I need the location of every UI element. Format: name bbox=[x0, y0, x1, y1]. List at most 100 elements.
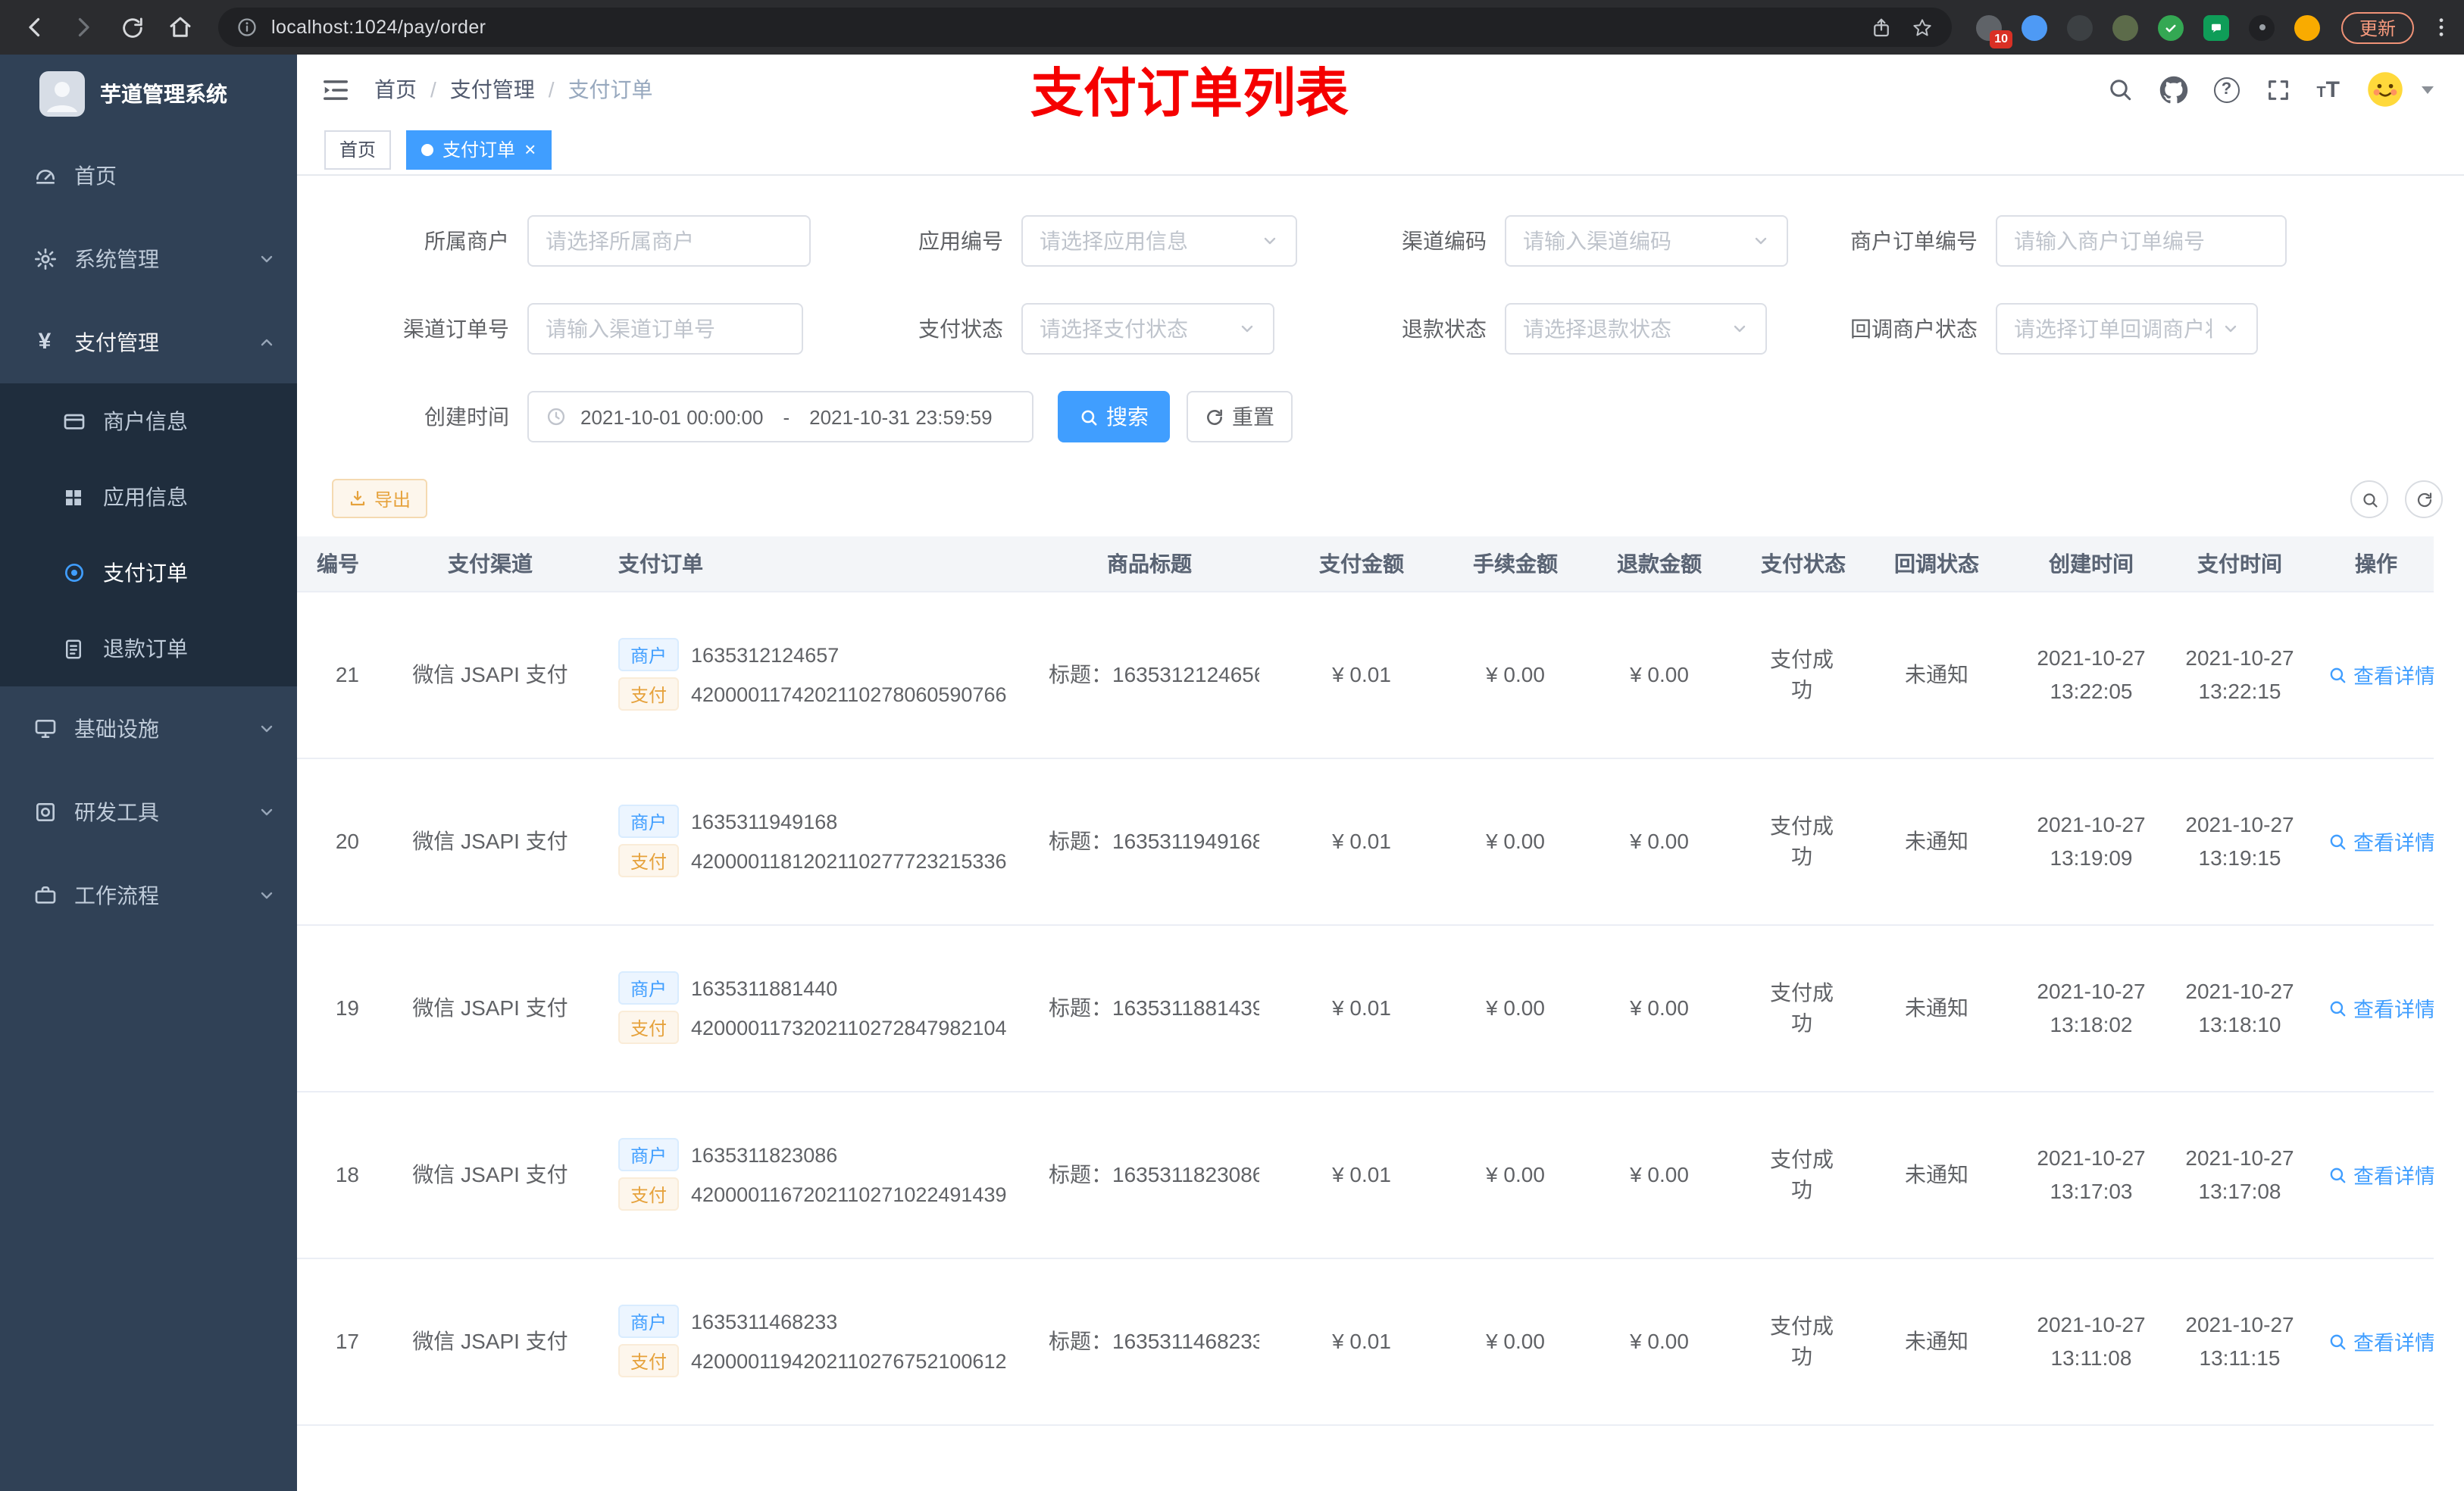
merchant-order-no-input[interactable] bbox=[2014, 229, 2269, 253]
view-detail-link[interactable]: 查看详情 bbox=[2328, 659, 2434, 689]
pay-order-cell: 商户16353115786 bbox=[600, 1424, 1040, 1491]
bookmark-star-icon[interactable] bbox=[1911, 16, 1934, 39]
create-time bbox=[2022, 1424, 2161, 1491]
col-order: 支付订单 bbox=[600, 536, 1040, 592]
sidebar-item-system[interactable]: 系统管理 bbox=[0, 217, 297, 300]
fullscreen-icon[interactable] bbox=[2265, 77, 2290, 102]
url-text[interactable]: localhost:1024/pay/order bbox=[271, 17, 1870, 38]
product-title: 标题：1635311881439 bbox=[1040, 924, 1259, 1092]
back-icon[interactable] bbox=[15, 8, 55, 47]
pay-time bbox=[2161, 1424, 2319, 1491]
sidebar-item-home[interactable]: 首页 bbox=[0, 133, 297, 217]
orders-table: 编号 支付渠道 支付订单 商品标题 支付金额 手续金额 退款金额 支付状态 回调… bbox=[297, 536, 2464, 1491]
view-detail-link[interactable]: 查看详情 bbox=[2328, 1326, 2434, 1356]
extension-icon-2[interactable] bbox=[2022, 14, 2047, 40]
chevron-down-icon bbox=[1238, 320, 1256, 338]
sidebar-item-app-info[interactable]: 应用信息 bbox=[0, 459, 297, 535]
merchant-tag: 商户 bbox=[618, 1138, 680, 1171]
merchant-order-no-field[interactable] bbox=[1996, 215, 2287, 267]
view-detail-link[interactable]: 查看详情 bbox=[2328, 826, 2434, 856]
sidebar-item-refund-order[interactable]: 退款订单 bbox=[0, 611, 297, 686]
font-size-icon[interactable]: TT bbox=[2316, 78, 2340, 101]
extension-icon-1[interactable]: 10 bbox=[1976, 14, 2012, 48]
document-icon bbox=[61, 637, 86, 660]
chevron-up-icon bbox=[258, 333, 276, 351]
date-start-value[interactable]: 2021-10-01 00:00:00 bbox=[580, 405, 763, 428]
pay-order-cell: 商户 1635311823086 支付 4200001167202110271022… bbox=[600, 1091, 1040, 1258]
pay-status-select[interactable] bbox=[1021, 303, 1274, 355]
channel-order-no-input[interactable] bbox=[546, 317, 785, 341]
view-detail-link[interactable]: 查看详情 bbox=[2328, 1159, 2434, 1189]
table-row: 19 微信 JSAPI 支付 商户 1635311881440 支付 4200001… bbox=[297, 924, 2434, 1092]
extension-icon-3[interactable] bbox=[2067, 14, 2093, 40]
date-range-picker[interactable]: 2021-10-01 00:00:00 - 2021-10-31 23:59:5… bbox=[527, 391, 1033, 442]
sidebar-toggle-icon[interactable] bbox=[321, 75, 350, 104]
sidebar-item-payment[interactable]: ¥ 支付管理 bbox=[0, 300, 297, 383]
pay-tag: 支付 bbox=[618, 677, 680, 711]
tab-close-icon[interactable]: × bbox=[524, 139, 536, 159]
refund-status-select[interactable] bbox=[1505, 303, 1767, 355]
notify-status-input[interactable] bbox=[2014, 317, 2212, 341]
profile-avatar-icon[interactable] bbox=[2294, 14, 2320, 40]
search-button[interactable]: 搜索 bbox=[1058, 391, 1170, 442]
sidebar-item-pay-order[interactable]: 支付订单 bbox=[0, 535, 297, 611]
yen-icon: ¥ bbox=[38, 329, 52, 355]
sidebar-item-infra[interactable]: 基础设施 bbox=[0, 686, 297, 770]
toggle-search-button[interactable] bbox=[2350, 480, 2388, 518]
refresh-table-button[interactable] bbox=[2405, 480, 2443, 518]
forward-icon[interactable] bbox=[64, 8, 103, 47]
extension-icon-5[interactable] bbox=[2158, 14, 2184, 40]
share-icon[interactable] bbox=[1870, 16, 1893, 39]
pay-tag: 支付 bbox=[618, 1344, 680, 1377]
caret-down-icon[interactable] bbox=[2422, 86, 2434, 93]
extension-icon-7[interactable] bbox=[2249, 14, 2275, 40]
table-header-row: 编号 支付渠道 支付订单 商品标题 支付金额 手续金额 退款金额 支付状态 回调… bbox=[297, 536, 2434, 592]
tab-pay-order[interactable]: 支付订单 × bbox=[406, 130, 552, 169]
app-logo[interactable]: 芋道管理系统 bbox=[0, 55, 297, 133]
merchant-select-input[interactable] bbox=[546, 229, 793, 253]
merchant-tag: 商户 bbox=[618, 805, 680, 838]
merchant-tag: 商户 bbox=[618, 1305, 680, 1338]
extension-icon-6[interactable] bbox=[2203, 14, 2229, 40]
date-end-value[interactable]: 2021-10-31 23:59:59 bbox=[809, 405, 992, 428]
home-icon[interactable] bbox=[161, 8, 200, 47]
export-button[interactable]: 导出 bbox=[332, 479, 428, 518]
sidebar-item-label: 首页 bbox=[74, 163, 117, 187]
view-detail-link[interactable]: 查看详情 bbox=[2328, 992, 2434, 1023]
sidebar-item-label: 支付管理 bbox=[74, 330, 159, 354]
github-icon[interactable] bbox=[2159, 75, 2187, 104]
reset-button[interactable]: 重置 bbox=[1187, 391, 1293, 442]
sidebar-item-label: 基础设施 bbox=[74, 716, 159, 740]
pay-amount: ¥ 0.01 bbox=[1259, 924, 1464, 1092]
address-bar[interactable]: localhost:1024/pay/order bbox=[218, 8, 1952, 47]
browser-menu-icon[interactable] bbox=[2429, 15, 2453, 39]
pay-time: 2021-10-27 13:18:10 bbox=[2161, 924, 2319, 1092]
app-select-input[interactable] bbox=[1040, 229, 1252, 253]
refund-status-input[interactable] bbox=[1523, 317, 1721, 341]
notify-status-select[interactable] bbox=[1996, 303, 2258, 355]
breadcrumb-pay-mgmt[interactable]: 支付管理 bbox=[450, 74, 535, 105]
app-select[interactable] bbox=[1021, 215, 1297, 267]
merchant-select[interactable] bbox=[527, 215, 811, 267]
channel-code-input[interactable] bbox=[1523, 229, 1743, 253]
tab-home[interactable]: 首页 bbox=[324, 130, 392, 169]
breadcrumb-home[interactable]: 首页 bbox=[374, 74, 417, 105]
site-info-icon[interactable] bbox=[236, 17, 258, 38]
search-icon[interactable] bbox=[2106, 76, 2133, 103]
reload-icon[interactable] bbox=[112, 8, 152, 47]
channel-code-select[interactable] bbox=[1505, 215, 1788, 267]
chrome-update-button[interactable]: 更新 bbox=[2341, 11, 2415, 43]
col-status: 支付状态 bbox=[1752, 536, 1852, 592]
chevron-down-icon bbox=[1731, 320, 1749, 338]
channel-order-no-field[interactable] bbox=[527, 303, 803, 355]
pay-status-input[interactable] bbox=[1040, 317, 1229, 341]
pay-time: 2021-10-27 13:11:15 bbox=[2161, 1258, 2319, 1425]
sidebar-item-merchant-info[interactable]: 商户信息 bbox=[0, 383, 297, 459]
channel-transaction-no: 4200001181202110277723215336 bbox=[691, 849, 1007, 872]
docs-help-icon[interactable]: ? bbox=[2213, 77, 2240, 102]
extension-icon-4[interactable] bbox=[2112, 14, 2138, 40]
product-title: 标题：1635311949168 bbox=[1040, 758, 1259, 925]
user-avatar[interactable] bbox=[2366, 70, 2405, 109]
sidebar-item-dev-tools[interactable]: 研发工具 bbox=[0, 770, 297, 853]
sidebar-item-workflow[interactable]: 工作流程 bbox=[0, 853, 297, 936]
